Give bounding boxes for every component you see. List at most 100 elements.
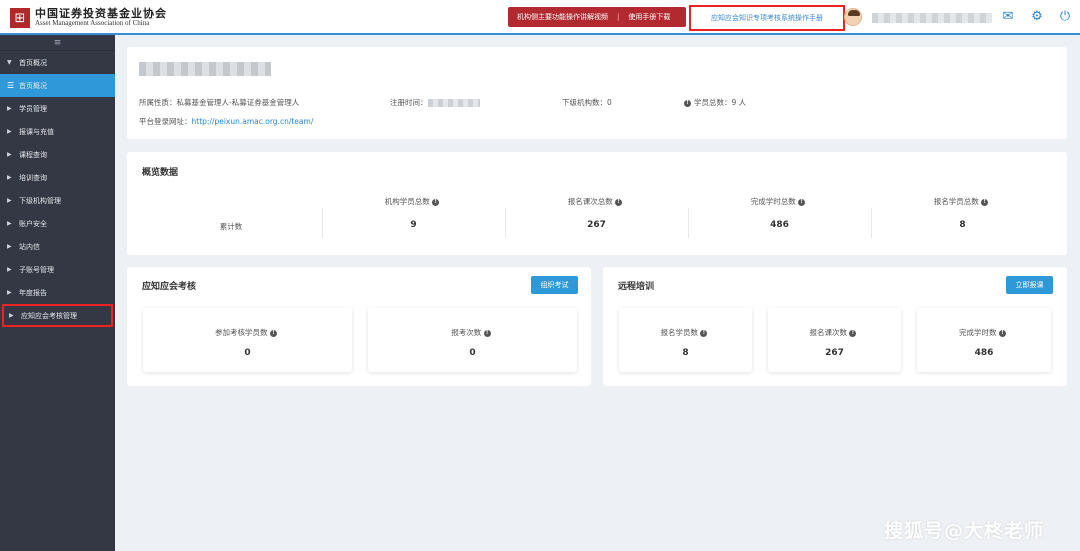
avatar[interactable] (844, 8, 862, 26)
exam-stat-tile: 参加考核学员数 ! 0 (143, 308, 352, 372)
caret-right-icon: ▶ (7, 243, 12, 250)
overview-col-label: 完成学时总数 ! (688, 196, 871, 207)
menu-icon: ☰ (7, 81, 15, 90)
info-icon: ! (684, 99, 691, 107)
stat-value: 0 (244, 348, 251, 358)
platform-url: 平台登录网址：http://peixun.amac.org.cn/team/ (139, 116, 313, 127)
caret-right-icon: ▶ (7, 105, 12, 112)
separator: | (617, 13, 620, 21)
sidebar-item-label: 子账号管理 (19, 265, 54, 274)
sidebar-item-label: 账户安全 (19, 219, 47, 228)
manual-download-link[interactable]: 使用手册下载 (619, 12, 679, 22)
organize-exam-button[interactable]: 组织考试 (531, 276, 578, 294)
sub-org-count: 下级机构数：0 (562, 98, 612, 107)
platform-url-link[interactable]: http://peixun.amac.org.cn/team/ (192, 117, 314, 126)
video-guide-link[interactable]: 机构侧主要功能操作讲解视频 (508, 12, 617, 22)
cumulative-label: 累计数 (219, 222, 243, 231)
sidebar-item-course-query[interactable]: ▶ 课程查询 (0, 143, 115, 166)
sidebar-item-label: 课程查询 (19, 150, 47, 159)
help-bar: 机构侧主要功能操作讲解视频 | 使用手册下载 (508, 7, 686, 27)
sidebar-item-enroll-recharge[interactable]: ▶ 报课与充值 (0, 120, 115, 143)
sidebar-toggle-icon[interactable]: ≡ (0, 35, 115, 51)
overview-col-label: 报名学员总数 ! (871, 196, 1054, 207)
stat-value: 8 (682, 348, 689, 358)
stat-value: 0 (469, 348, 476, 358)
info-icon[interactable]: ! (615, 198, 623, 206)
info-icon[interactable]: ! (432, 198, 440, 206)
sidebar-item-inbox[interactable]: ▶ 站内信 (0, 235, 115, 258)
stat-label-text: 报考次数 (451, 328, 482, 337)
register-time: 注册时间： (390, 97, 480, 108)
col-label-text: 机构学员总数 (384, 197, 430, 206)
power-icon[interactable]: ⏻ (1058, 10, 1072, 24)
col-label-text: 报名学员总数 (933, 197, 979, 206)
logo-title-cn: 中国证券投资基金业协会 (35, 7, 167, 20)
overview-value: 486 (770, 220, 789, 230)
caret-right-icon: ▶ (7, 220, 12, 227)
info-icon[interactable]: ! (483, 329, 491, 337)
sidebar-item-label: 年度报告 (19, 288, 47, 297)
remote-stat-tile: 报名学员数 ! 8 (619, 308, 752, 372)
info-icon[interactable]: ! (269, 329, 277, 337)
stat-value: 486 (974, 348, 994, 358)
caret-right-icon: ▶ (7, 289, 12, 296)
org-nature: 所属性质：私募基金管理人-私募证券基金管理人 (139, 98, 300, 107)
info-icon[interactable]: ! (981, 198, 989, 206)
exam-title: 应知应会考核 (142, 282, 197, 292)
logo-title-en: Asset Management Association of China (35, 19, 150, 27)
stat-label-text: 报名学员数 (660, 328, 699, 337)
sidebar-item-annual-report[interactable]: ▶ 年度报告 (0, 281, 115, 304)
mail-icon[interactable]: ✉ (1001, 10, 1015, 24)
gear-icon[interactable]: ⚙ (1030, 10, 1044, 24)
sidebar-item-students[interactable]: ▶ 学员管理 (0, 97, 115, 120)
caret-right-icon: ▶ (7, 174, 12, 181)
student-total: ! 学员总数：9 人 (684, 97, 746, 108)
remote-stat-tile: 完成学时数 ! 486 (917, 308, 1051, 372)
overview-col-label: 机构学员总数 ! (322, 196, 505, 207)
exam-manual-link[interactable]: 应知应会知识专项考核系统操作手册 (689, 5, 845, 31)
sidebar: ≡ ▼ 首页概况 ☰ 首页概况 ▶ 学员管理 ▶ 报课与充值 ▶ 课程查询 ▶ … (0, 35, 115, 551)
amac-logo[interactable]: ⊞ 中国证券投资基金业协会 Asset Management Associati… (10, 8, 167, 28)
caret-down-icon: ▼ (7, 59, 12, 66)
student-total-text: 学员总数：9 人 (694, 98, 747, 107)
stat-label: 完成学时数 ! (917, 327, 1051, 338)
stat-label-text: 参加考核学员数 (215, 328, 268, 337)
sidebar-item-label: 报课与充值 (19, 127, 54, 136)
sidebar-item-sub-orgs[interactable]: ▶ 下级机构管理 (0, 189, 115, 212)
sidebar-item-training-query[interactable]: ▶ 培训查询 (0, 166, 115, 189)
sidebar-item-account-security[interactable]: ▶ 账户安全 (0, 212, 115, 235)
platform-url-label: 平台登录网址： (139, 117, 192, 126)
info-icon[interactable]: ! (798, 198, 806, 206)
user-name-redacted (872, 13, 992, 23)
sidebar-item-exam-management[interactable]: ▶ 应知应会考核管理 (2, 304, 113, 327)
exam-stat-tile: 报考次数 ! 0 (368, 308, 577, 372)
overview-col-label: 报名课次总数 ! (505, 196, 688, 207)
info-icon[interactable]: ! (998, 329, 1006, 337)
register-time-redacted (427, 99, 480, 107)
sidebar-item-label: 应知应会考核管理 (21, 311, 77, 320)
overview-value: 8 (959, 220, 966, 230)
remote-training-title: 远程培训 (618, 282, 655, 292)
info-icon[interactable]: ! (849, 329, 857, 337)
stat-label: 报名课次数 ! (768, 327, 901, 338)
sidebar-item-sub-accounts[interactable]: ▶ 子账号管理 (0, 258, 115, 281)
sidebar-group-home[interactable]: ▼ 首页概况 (0, 51, 115, 74)
info-icon[interactable]: ! (700, 329, 708, 337)
top-header: ⊞ 中国证券投资基金业协会 Asset Management Associati… (0, 0, 1080, 35)
overview-title: 概览数据 (142, 168, 179, 178)
sidebar-item-label: 站内信 (19, 242, 40, 251)
logo-mark-icon: ⊞ (10, 8, 30, 28)
sidebar-item-label: 下级机构管理 (19, 196, 61, 205)
sidebar-item-home-overview[interactable]: ☰ 首页概况 (0, 74, 115, 97)
remote-stat-tile: 报名课次数 ! 267 (768, 308, 901, 372)
enroll-now-button[interactable]: 立即报课 (1006, 276, 1053, 294)
overview-value: 267 (587, 220, 606, 230)
stat-label-text: 报名课次数 (809, 328, 848, 337)
stat-value: 267 (825, 348, 844, 358)
sidebar-item-label: 学员管理 (19, 104, 47, 113)
col-label-text: 报名课次总数 (567, 197, 613, 206)
sidebar-item-label: 首页概况 (19, 81, 47, 90)
overview-value: 9 (410, 220, 417, 230)
caret-right-icon: ▶ (7, 128, 12, 135)
col-label-text: 完成学时总数 (750, 197, 796, 206)
